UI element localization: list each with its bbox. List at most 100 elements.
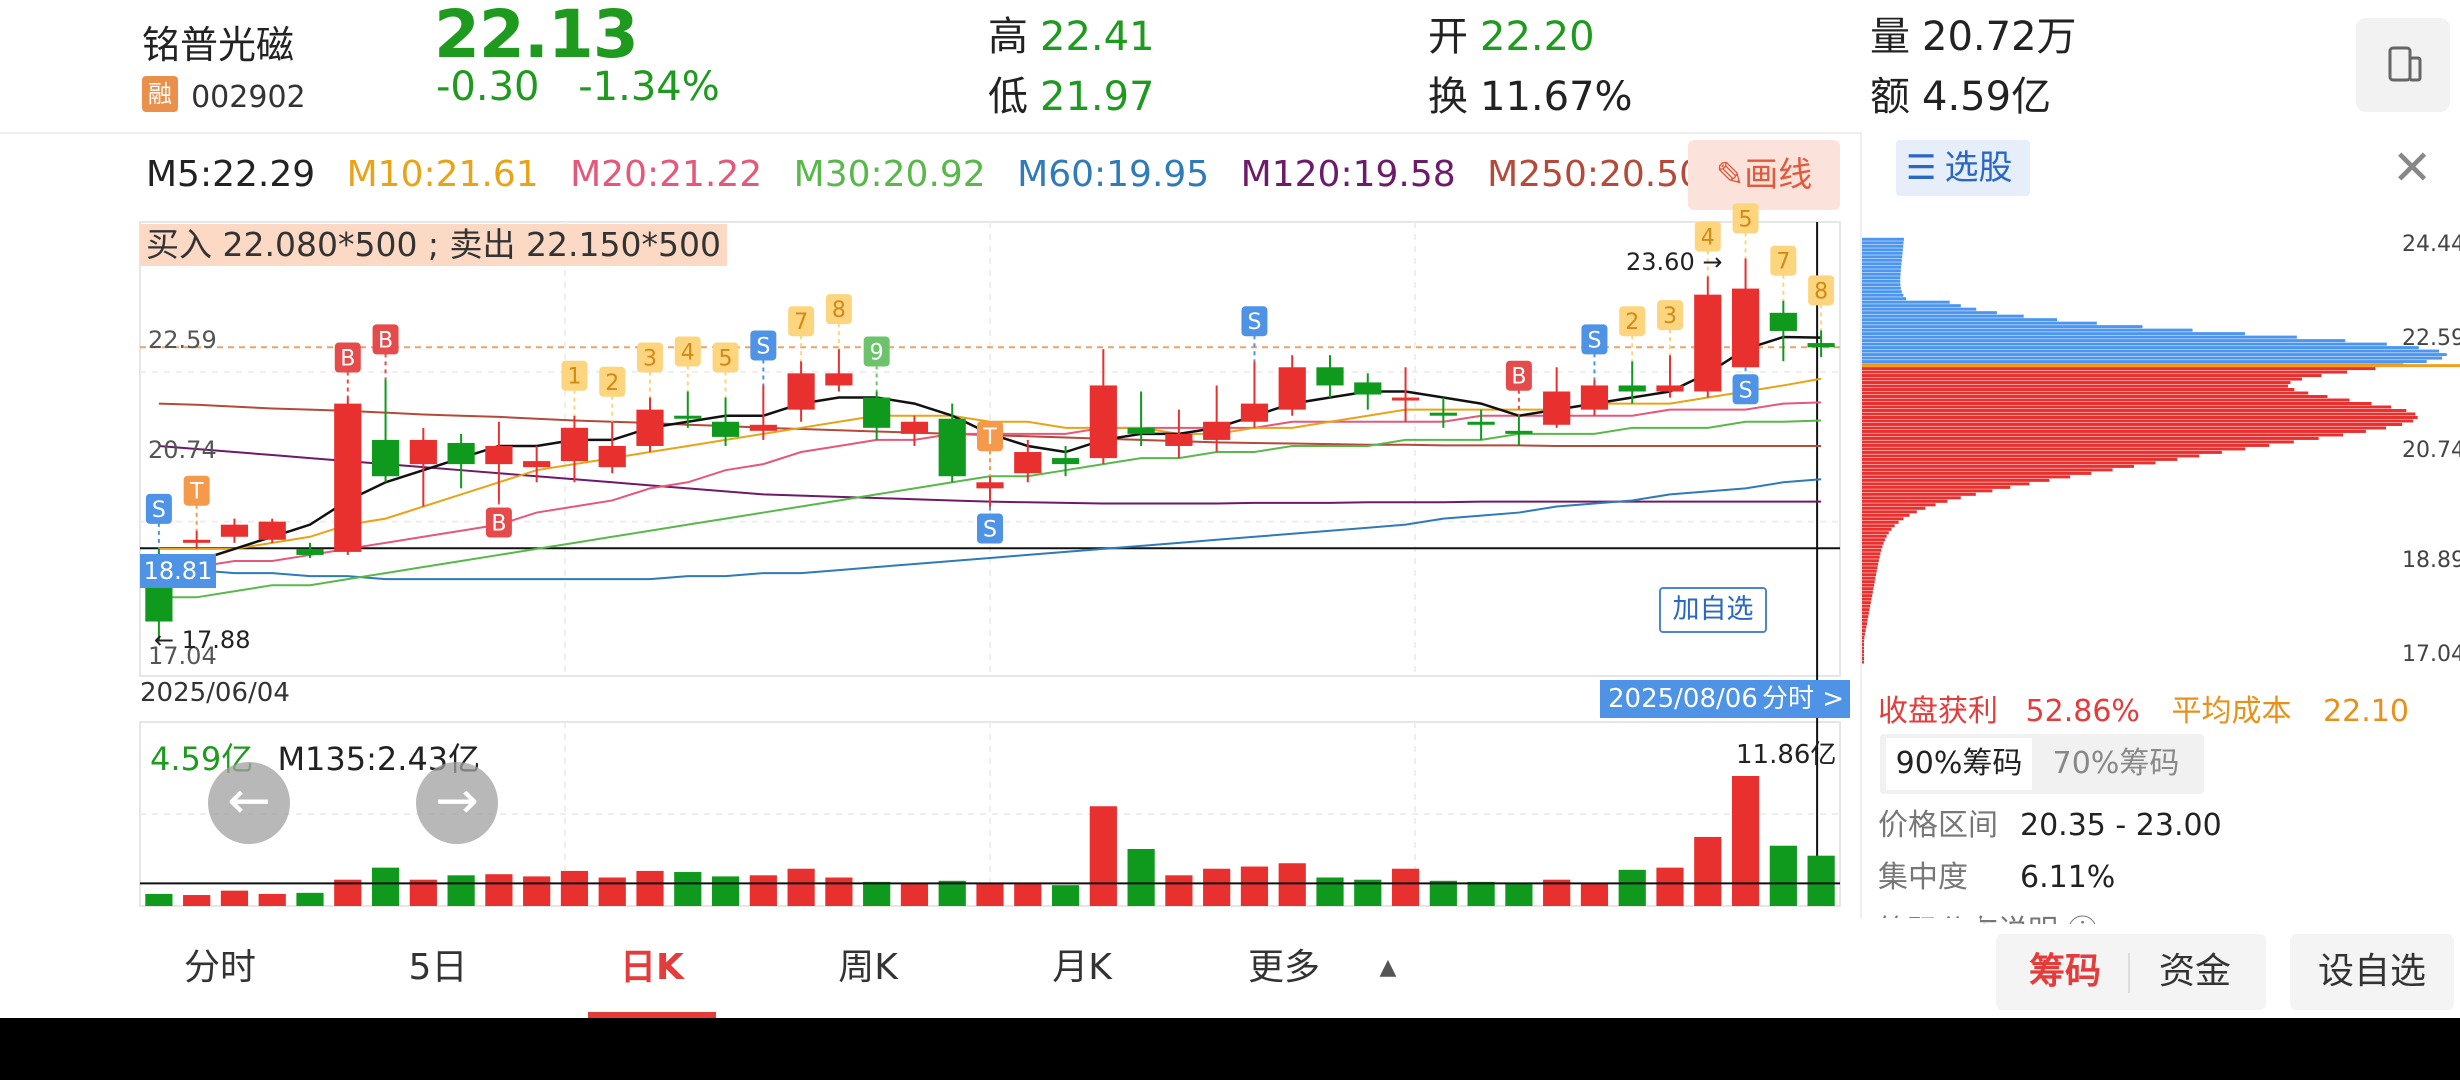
volume-bar	[371, 867, 400, 906]
volume-bar	[183, 895, 211, 906]
candle-body	[1543, 391, 1571, 425]
volume-bar	[1429, 880, 1457, 906]
price-range-row: 价格区间 20.35 - 23.00	[1878, 800, 2222, 844]
chip-bar	[1862, 503, 1936, 507]
tab-weekly-k[interactable]: 周K	[808, 918, 928, 1018]
signal-marker-label: 8	[1814, 279, 1828, 304]
signal-marker-label: T	[189, 480, 204, 505]
fenshi-link[interactable]: 分时 >	[1756, 680, 1851, 718]
avg-cost-value: 22.10	[2323, 694, 2409, 729]
candle-body	[1278, 367, 1306, 410]
chip-bar	[1862, 573, 1877, 577]
chip-bar	[1862, 548, 1882, 552]
signal-marker-label: S	[152, 498, 166, 523]
volume-bar	[1014, 884, 1042, 906]
chip-bar	[1862, 566, 1878, 570]
chip-bar	[1862, 618, 1868, 622]
tab-daily-k[interactable]: 日K	[592, 918, 712, 1018]
chip-bar	[1862, 569, 1877, 573]
chip-bar	[1862, 339, 2346, 343]
chip-bar	[1862, 367, 2376, 371]
chip-bar	[1862, 429, 2366, 433]
chip-tab-70[interactable]: 70%筹码	[2040, 738, 2192, 790]
candle-body	[1807, 343, 1835, 348]
add-watchlist-tag[interactable]: 加自选	[1659, 587, 1767, 633]
candle-body	[598, 445, 626, 468]
signal-marker-label: 1	[567, 365, 581, 390]
chip-bar	[1862, 346, 2419, 350]
tab-monthly-k[interactable]: 月K	[1022, 918, 1142, 1018]
chip-bar	[1862, 657, 1864, 661]
chip-bar	[1862, 398, 2350, 402]
amount-value: 4.59亿	[1922, 74, 2052, 120]
candle-body	[220, 524, 249, 537]
chip-tab-90[interactable]: 90%筹码	[1886, 738, 2032, 790]
close-icon[interactable]: ✕	[2392, 140, 2432, 196]
low-price-mark-value: 17.88	[181, 626, 251, 654]
signal-marker-label: B	[491, 511, 506, 536]
funds-button-label[interactable]: 资金	[2130, 934, 2260, 1010]
select-stock-label: 选股	[1944, 148, 2013, 188]
chip-bar	[1862, 496, 1961, 500]
signal-marker-label: 7	[1776, 250, 1790, 275]
candle-body	[560, 427, 589, 462]
chip-bar	[1862, 660, 1864, 664]
chip-bar	[1862, 625, 1867, 629]
chip-bar	[1862, 318, 2058, 322]
volume-bar	[220, 890, 249, 906]
candle-body	[938, 418, 966, 477]
start-date: 2025/06/04	[140, 678, 290, 708]
volume-bar	[1807, 855, 1835, 906]
chip-bar	[1862, 356, 2443, 360]
signal-marker-label: 2	[605, 371, 619, 396]
list-icon: ☰	[1906, 148, 1937, 188]
candle-body	[371, 439, 400, 477]
chip-bar	[1862, 269, 1901, 273]
chip-bar	[1862, 248, 1903, 252]
chip-bar	[1862, 237, 1904, 241]
signal-marker-label: S	[1739, 378, 1753, 403]
volume-bar	[636, 870, 664, 906]
candle-body	[825, 373, 853, 386]
tab-fenshi[interactable]: 分时	[160, 918, 280, 1018]
tab-more[interactable]: 更多	[1224, 918, 1344, 1018]
landscape-toggle-button[interactable]	[2356, 18, 2450, 112]
bid-ask-banner: 买入 22.080*500 ; 卖出 22.150*500	[140, 224, 727, 266]
add-watchlist-button[interactable]: 设自选	[2290, 934, 2454, 1010]
scroll-right-button[interactable]: →	[416, 762, 498, 844]
arrow-right-icon: →	[1702, 248, 1723, 276]
chip-bar	[1862, 629, 1866, 633]
chip-bar	[1862, 422, 2403, 426]
tab-5day[interactable]: 5日	[378, 918, 498, 1018]
chip-bar	[1862, 436, 2319, 440]
volume-bar	[447, 875, 475, 906]
chip-bar	[1862, 450, 2222, 454]
chip-bar	[1862, 590, 1873, 594]
candle-body	[787, 373, 815, 410]
chip-bar	[1862, 384, 2289, 388]
chip-bar	[1862, 307, 1977, 311]
candle-body	[1354, 382, 1382, 395]
volume-bar	[1769, 845, 1797, 906]
candle-body	[258, 521, 286, 540]
candle-body	[447, 442, 475, 465]
candle-body	[1316, 367, 1344, 386]
caret-up-icon[interactable]: ▲	[1368, 918, 1408, 1018]
candle-body	[711, 421, 740, 437]
select-stock-button[interactable]: ☰ 选股	[1896, 140, 2030, 196]
volume-bar	[1203, 868, 1231, 906]
chip-price-2: 22.59	[2402, 326, 2460, 351]
amount-stat: 额 4.59亿	[1870, 64, 2051, 122]
chip-bar	[1862, 304, 1961, 308]
chip-bar	[1862, 272, 1901, 276]
chip-bar	[1862, 279, 1901, 283]
scroll-left-button[interactable]: ←	[208, 762, 290, 844]
chip-bar	[1862, 559, 1879, 563]
chips-button[interactable]: 筹码 资金	[1996, 934, 2266, 1010]
chip-bar	[1862, 408, 2407, 412]
phone-rotate-icon	[2388, 46, 2422, 82]
candle-body	[1391, 397, 1420, 401]
arrow-left-icon: ←	[227, 771, 271, 831]
candle-body	[1505, 430, 1533, 434]
candle-body	[1694, 294, 1722, 392]
